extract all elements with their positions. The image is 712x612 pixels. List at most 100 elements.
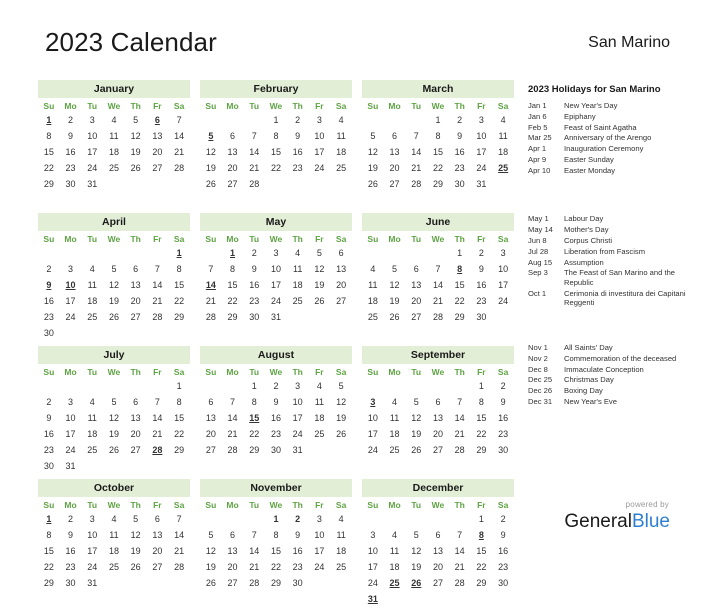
day-cell-empty xyxy=(222,458,244,474)
day-cell: 13 xyxy=(411,280,422,290)
day-cell: 13 xyxy=(130,280,141,290)
day-cell-empty xyxy=(243,112,265,128)
week-row: 2 3 4 5 6 7 8 xyxy=(38,261,190,277)
day-cell-empty xyxy=(384,325,406,341)
day-cell: 20 xyxy=(130,429,141,439)
day-cell-empty xyxy=(125,575,147,591)
day-cell: 28 xyxy=(174,562,185,572)
holiday-date: Apr 10 xyxy=(528,165,551,175)
weekday-fr: Fr xyxy=(153,367,162,377)
day-cell: 28 xyxy=(249,179,260,189)
day-cell-empty xyxy=(222,112,244,128)
holiday-row: Jan 1 New Year's Day xyxy=(528,101,704,111)
day-cell: 16 xyxy=(454,147,465,157)
brand-blue: Blue xyxy=(631,511,670,532)
day-cell: 24 xyxy=(65,445,76,455)
day-cell-empty xyxy=(287,458,309,474)
day-cell-empty xyxy=(405,458,427,474)
day-cell: 8 xyxy=(251,397,257,407)
day-cell: 27 xyxy=(152,562,163,572)
weekday-mo: Mo xyxy=(226,367,239,377)
day-cell-empty xyxy=(222,511,244,527)
day-cell: 2 xyxy=(457,115,463,125)
week-row: 3 4 5 6 7 8 9 xyxy=(362,394,514,410)
holiday-row: May 14 Mother's Day xyxy=(528,225,704,235)
weekday-su: Su xyxy=(205,367,217,377)
day-cell: 26 xyxy=(411,445,422,455)
day-cell: 15 xyxy=(174,280,185,290)
months-grid: January Su Mo Tu We Th Fr Sa 1 2 3 4 5 6 7 8 9 10 11 12 13 14… xyxy=(38,80,516,612)
day-cell: 6 xyxy=(435,397,441,407)
day-cell: 25 xyxy=(336,562,347,572)
day-cell: 23 xyxy=(454,163,465,173)
day-cell: 1 xyxy=(251,381,257,391)
weekday-su: Su xyxy=(205,500,217,510)
day-cell-empty xyxy=(492,192,514,208)
holiday-row: Sep 3 The Feast of San Marino and the Rep… xyxy=(528,268,704,287)
day-cell-empty xyxy=(492,309,514,325)
weekday-sa: Sa xyxy=(335,234,347,244)
day-cell-empty xyxy=(405,245,427,261)
weekday-mo: Mo xyxy=(388,234,401,244)
week-row xyxy=(362,458,514,474)
weekday-tu: Tu xyxy=(87,500,98,510)
day-cell: 18 xyxy=(389,562,400,572)
day-cell-empty xyxy=(103,245,125,261)
day-cell: 29 xyxy=(476,445,487,455)
day-cell-empty xyxy=(287,176,309,192)
weekday-su: Su xyxy=(367,500,379,510)
day-cell: 19 xyxy=(205,163,216,173)
day-cell-empty xyxy=(449,591,471,607)
day-cell: 3 xyxy=(273,248,279,258)
day-cell: 24 xyxy=(498,296,509,306)
day-cell: 14 xyxy=(227,413,238,423)
day-cell-empty xyxy=(168,325,190,341)
day-cell: 30 xyxy=(249,312,260,322)
day-cell: 5 xyxy=(413,530,419,540)
day-cell-empty xyxy=(147,575,169,591)
month-april: April Su Mo Tu We Th Fr Sa 1 2 3 4 5 6 7 8 9 10 11 12 13 14 15… xyxy=(38,213,190,341)
weekday-sa: Sa xyxy=(173,367,185,377)
holiday-name: Easter Monday xyxy=(564,165,616,175)
holiday-row: Apr 10 Easter Monday xyxy=(528,166,704,176)
week-row: 19 20 21 22 23 24 25 xyxy=(362,160,514,176)
day-cell: 20 xyxy=(227,562,238,572)
day-cell: 30 xyxy=(292,578,303,588)
day-cell-empty xyxy=(449,458,471,474)
weekday-tu: Tu xyxy=(249,234,260,244)
week-row: 16 17 18 19 20 21 22 xyxy=(38,293,190,309)
day-cell: 4 xyxy=(338,115,344,125)
weekday-sa: Sa xyxy=(497,234,509,244)
day-cell-holiday: 25 xyxy=(498,163,509,173)
day-cell: 20 xyxy=(152,546,163,556)
month-table: Su Mo Tu We Th Fr Sa 1 2 3 4 5 6 7 8 9 10 11 12 13 14 15 16 17 1… xyxy=(362,498,514,607)
weekday-mo: Mo xyxy=(388,500,401,510)
day-cell: 28 xyxy=(411,179,422,189)
day-cell-empty xyxy=(222,591,244,607)
day-cell: 30 xyxy=(43,461,54,471)
weekday-su: Su xyxy=(43,500,55,510)
day-cell: 20 xyxy=(432,429,443,439)
holiday-name: New Year's Day xyxy=(564,101,618,110)
week-row: 17 18 19 20 21 22 23 xyxy=(362,559,514,575)
week-row: 29 30 31 xyxy=(38,176,190,192)
weekday-mo: Mo xyxy=(64,234,77,244)
day-cell: 23 xyxy=(65,163,76,173)
day-cell: 7 xyxy=(457,397,463,407)
weekday-tu: Tu xyxy=(411,367,422,377)
day-cell-empty xyxy=(38,192,60,208)
day-cell: 14 xyxy=(152,413,163,423)
day-cell: 20 xyxy=(130,296,141,306)
week-row: 12 13 14 15 16 17 18 xyxy=(362,144,514,160)
day-cell: 4 xyxy=(295,248,301,258)
day-cell-empty xyxy=(427,458,449,474)
day-cell: 22 xyxy=(476,429,487,439)
week-row: 30 31 xyxy=(38,458,190,474)
day-cell: 27 xyxy=(432,445,443,455)
day-cell: 26 xyxy=(367,179,378,189)
day-cell: 9 xyxy=(46,413,52,423)
day-cell: 18 xyxy=(87,429,98,439)
day-cell: 6 xyxy=(338,248,344,258)
day-cell-empty xyxy=(362,192,384,208)
weekday-header-row: Su Mo Tu We Th Fr Sa xyxy=(38,99,190,112)
